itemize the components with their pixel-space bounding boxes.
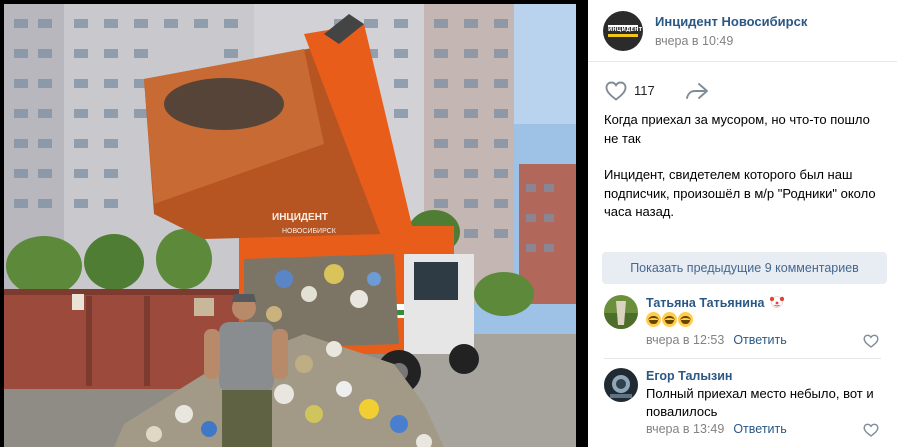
group-name-link[interactable]: Инцидент Новосибирск xyxy=(655,14,807,29)
group-logo-icon: ИНЦИДЕНТ xyxy=(608,25,642,37)
comment-author-name[interactable]: Егор Талызин xyxy=(646,369,732,383)
comment-time[interactable]: вчера в 13:49 xyxy=(646,422,724,436)
comment-author-name: Татьяна Татьянина xyxy=(646,296,765,310)
post-text-paragraph-2: Инцидент, свидетелем которого был наш по… xyxy=(604,167,876,219)
watermark-line2: НОВОСИБИРСК xyxy=(282,228,337,235)
comment-item: Татьяна Татьянина вчера в 12:53 Ответить xyxy=(588,292,897,358)
post-text: Когда приехал за мусором, но что-то пошл… xyxy=(604,111,884,240)
like-count: 117 xyxy=(634,83,655,98)
post-photo-viewer[interactable]: ИНЦИДЕНТ НОВОСИБИРСК xyxy=(0,0,588,447)
comment-meta: вчера в 13:49 Ответить xyxy=(646,422,787,436)
commenter-avatar[interactable] xyxy=(604,368,638,402)
comment-divider xyxy=(604,358,881,359)
post-text-paragraph-1: Когда приехал за мусором, но что-то пошл… xyxy=(604,112,870,146)
post-header: ИНЦИДЕНТ Инцидент Новосибирск вчера в 10… xyxy=(588,0,897,62)
laughing-emoji-icon xyxy=(678,312,693,327)
post-timestamp[interactable]: вчера в 10:49 xyxy=(655,34,733,48)
comment-time[interactable]: вчера в 12:53 xyxy=(646,333,724,347)
laughing-emoji-icon xyxy=(662,312,677,327)
post-photo[interactable]: ИНЦИДЕНТ НОВОСИБИРСК xyxy=(4,4,576,447)
comment-like-heart-icon[interactable] xyxy=(863,334,879,348)
reply-button[interactable]: Ответить xyxy=(733,333,786,347)
comment-text xyxy=(646,312,881,330)
comment-author-link[interactable]: Татьяна Татьянина xyxy=(646,295,785,310)
comment-text: Полный приехал место небыло, вот и повал… xyxy=(646,386,874,419)
comment-like-heart-icon[interactable] xyxy=(863,423,879,437)
show-previous-comments-button[interactable]: Показать предыдущие 9 комментариев xyxy=(602,252,887,284)
laughing-emoji-icon xyxy=(646,312,661,327)
comment-meta: вчера в 12:53 Ответить xyxy=(646,333,787,347)
group-avatar[interactable]: ИНЦИДЕНТ xyxy=(603,11,643,51)
post-actions: 117 xyxy=(604,78,884,104)
watermark-line1: ИНЦИДЕНТ xyxy=(272,212,328,223)
commenter-avatar[interactable] xyxy=(604,295,638,329)
heart-icon[interactable] xyxy=(604,79,628,103)
post-side-panel: ИНЦИДЕНТ Инцидент Новосибирск вчера в 10… xyxy=(588,0,897,447)
garbage-truck-photo: ИНЦИДЕНТ НОВОСИБИРСК xyxy=(4,4,576,447)
share-arrow-icon[interactable] xyxy=(684,79,710,103)
comment-item: Егор Талызин Полный приехал место небыло… xyxy=(588,366,897,447)
clown-emoji-icon xyxy=(769,296,785,308)
reply-button[interactable]: Ответить xyxy=(733,422,786,436)
